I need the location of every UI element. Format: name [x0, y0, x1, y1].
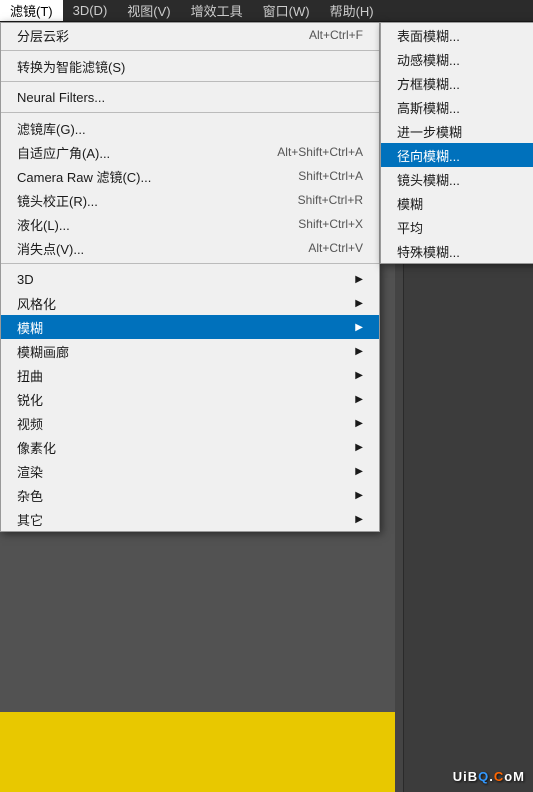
menu-item-3d[interactable]: 3D ▶	[1, 267, 379, 291]
menu-item-clouds-shortcut: Alt+Ctrl+F	[309, 28, 363, 42]
menu-item-stylize[interactable]: 风格化 ▶	[1, 291, 379, 315]
submenu-item-radial-blur-label: 径向模糊...	[397, 146, 460, 165]
menu-item-blur-label: 模糊	[17, 318, 43, 337]
submenu-item-average-label: 平均	[397, 218, 423, 237]
submenu-item-motion-blur-label: 动感模糊...	[397, 50, 460, 69]
submenu-item-further-blur[interactable]: 进一步模糊	[381, 119, 533, 143]
submenu-item-lens-blur-label: 镜头模糊...	[397, 170, 460, 189]
menu-item-camera-raw[interactable]: Camera Raw 滤镜(C)... Shift+Ctrl+A	[1, 164, 379, 188]
menu-item-noise-label: 杂色	[17, 486, 43, 505]
menu-bar-item-help[interactable]: 帮助(H)	[320, 0, 384, 21]
menu-item-distort-label: 扭曲	[17, 366, 43, 385]
menu-bar-item-plugins[interactable]: 增效工具	[181, 0, 253, 21]
submenu-item-surface-blur[interactable]: 表面模糊...	[381, 23, 533, 47]
menu-bar: 滤镜(T) 3D(D) 视图(V) 增效工具 窗口(W) 帮助(H)	[0, 0, 533, 22]
menu-item-noise[interactable]: 杂色 ▶	[1, 483, 379, 507]
menu-item-blur[interactable]: 模糊 ▶	[1, 315, 379, 339]
menu-item-other-label: 其它	[17, 510, 43, 529]
divider-1	[1, 50, 379, 51]
arrow-icon-blur: ▶	[355, 322, 363, 333]
menu-item-other[interactable]: 其它 ▶	[1, 507, 379, 531]
submenu-item-gaussian-blur-label: 高斯模糊...	[397, 98, 460, 117]
watermark-suffix: oM	[504, 769, 525, 784]
menu-item-neural-filters-label: Neural Filters...	[17, 90, 105, 105]
watermark-blue: Q	[478, 769, 489, 784]
submenu-item-radial-blur[interactable]: 径向模糊...	[381, 143, 533, 167]
menu-item-liquify-label: 液化(L)...	[17, 215, 70, 234]
submenu-item-box-blur[interactable]: 方框模糊...	[381, 71, 533, 95]
menu-item-adaptive-wide-label: 自适应广角(A)...	[17, 143, 110, 162]
menu-item-liquify[interactable]: 液化(L)... Shift+Ctrl+X	[1, 212, 379, 236]
submenu-item-surface-blur-label: 表面模糊...	[397, 26, 460, 45]
menu-item-distort[interactable]: 扭曲 ▶	[1, 363, 379, 387]
menu-item-neural-filters[interactable]: Neural Filters...	[1, 85, 379, 109]
filter-dropdown-menu: 分层云彩 Alt+Ctrl+F 转换为智能滤镜(S) Neural Filter…	[0, 22, 380, 532]
menu-bar-item-3d[interactable]: 3D(D)	[63, 0, 118, 21]
watermark-orange: C	[494, 769, 504, 784]
arrow-icon-render: ▶	[355, 466, 363, 477]
arrow-icon-stylize: ▶	[355, 298, 363, 309]
menu-item-blur-gallery-label: 模糊画廊	[17, 342, 69, 361]
submenu-item-lens-blur[interactable]: 镜头模糊...	[381, 167, 533, 191]
menu-item-blur-gallery[interactable]: 模糊画廊 ▶	[1, 339, 379, 363]
menu-item-pixelate[interactable]: 像素化 ▶	[1, 435, 379, 459]
menu-item-video-label: 视频	[17, 414, 43, 433]
submenu-item-blur-label: 模糊	[397, 194, 423, 213]
menu-item-vanishing-point[interactable]: 消失点(V)... Alt+Ctrl+V	[1, 236, 379, 260]
menu-item-lens-correction[interactable]: 镜头校正(R)... Shift+Ctrl+R	[1, 188, 379, 212]
arrow-icon-pixelate: ▶	[355, 442, 363, 453]
menu-item-camera-raw-shortcut: Shift+Ctrl+A	[298, 169, 363, 183]
menu-item-vanishing-point-shortcut: Alt+Ctrl+V	[308, 241, 363, 255]
watermark-prefix: UiB	[453, 769, 478, 784]
arrow-icon-blur-gallery: ▶	[355, 346, 363, 357]
submenu-item-box-blur-label: 方框模糊...	[397, 74, 460, 93]
menu-bar-item-view[interactable]: 视图(V)	[117, 0, 180, 21]
menu-item-lens-correction-label: 镜头校正(R)...	[17, 191, 98, 210]
arrow-icon-sharpen: ▶	[355, 394, 363, 405]
menu-item-smart-filter[interactable]: 转换为智能滤镜(S)	[1, 54, 379, 78]
submenu-item-smart-blur[interactable]: 特殊模糊...	[381, 239, 533, 263]
menu-item-pixelate-label: 像素化	[17, 438, 56, 457]
divider-3	[1, 112, 379, 113]
menu-item-render-label: 渲染	[17, 462, 43, 481]
menu-item-clouds[interactable]: 分层云彩 Alt+Ctrl+F	[1, 23, 379, 47]
arrow-icon-noise: ▶	[355, 490, 363, 501]
menu-item-filter-gallery-label: 滤镜库(G)...	[17, 119, 86, 138]
submenu-item-average[interactable]: 平均	[381, 215, 533, 239]
menu-item-vanishing-point-label: 消失点(V)...	[17, 239, 84, 258]
arrow-icon-distort: ▶	[355, 370, 363, 381]
menu-item-render[interactable]: 渲染 ▶	[1, 459, 379, 483]
menu-bar-item-filter[interactable]: 滤镜(T)	[0, 0, 63, 21]
menu-item-adaptive-wide-shortcut: Alt+Shift+Ctrl+A	[277, 145, 363, 159]
menu-item-3d-label: 3D	[17, 272, 34, 287]
submenu-item-further-blur-label: 进一步模糊	[397, 122, 462, 141]
submenu-item-gaussian-blur[interactable]: 高斯模糊...	[381, 95, 533, 119]
arrow-icon-other: ▶	[355, 514, 363, 525]
divider-2	[1, 81, 379, 82]
menu-item-sharpen[interactable]: 锐化 ▶	[1, 387, 379, 411]
arrow-icon-3d: ▶	[355, 274, 363, 285]
menu-item-stylize-label: 风格化	[17, 294, 56, 313]
menu-item-lens-correction-shortcut: Shift+Ctrl+R	[298, 193, 363, 207]
menu-bar-item-window[interactable]: 窗口(W)	[253, 0, 320, 21]
submenu-item-blur[interactable]: 模糊	[381, 191, 533, 215]
menu-item-adaptive-wide[interactable]: 自适应广角(A)... Alt+Shift+Ctrl+A	[1, 140, 379, 164]
menu-item-smart-filter-label: 转换为智能滤镜(S)	[17, 57, 125, 76]
menu-item-liquify-shortcut: Shift+Ctrl+X	[298, 217, 363, 231]
menu-item-camera-raw-label: Camera Raw 滤镜(C)...	[17, 167, 151, 186]
submenu-item-smart-blur-label: 特殊模糊...	[397, 242, 460, 261]
blur-submenu: 表面模糊... 动感模糊... 方框模糊... 高斯模糊... 进一步模糊 径向…	[380, 22, 533, 264]
menu-item-clouds-label: 分层云彩	[17, 26, 69, 45]
submenu-item-motion-blur[interactable]: 动感模糊...	[381, 47, 533, 71]
divider-4	[1, 263, 379, 264]
arrow-icon-video: ▶	[355, 418, 363, 429]
canvas-yellow-area	[0, 712, 395, 792]
menu-item-video[interactable]: 视频 ▶	[1, 411, 379, 435]
menu-item-filter-gallery[interactable]: 滤镜库(G)...	[1, 116, 379, 140]
menu-item-sharpen-label: 锐化	[17, 390, 43, 409]
watermark: UiBQ.CoM	[453, 769, 525, 784]
